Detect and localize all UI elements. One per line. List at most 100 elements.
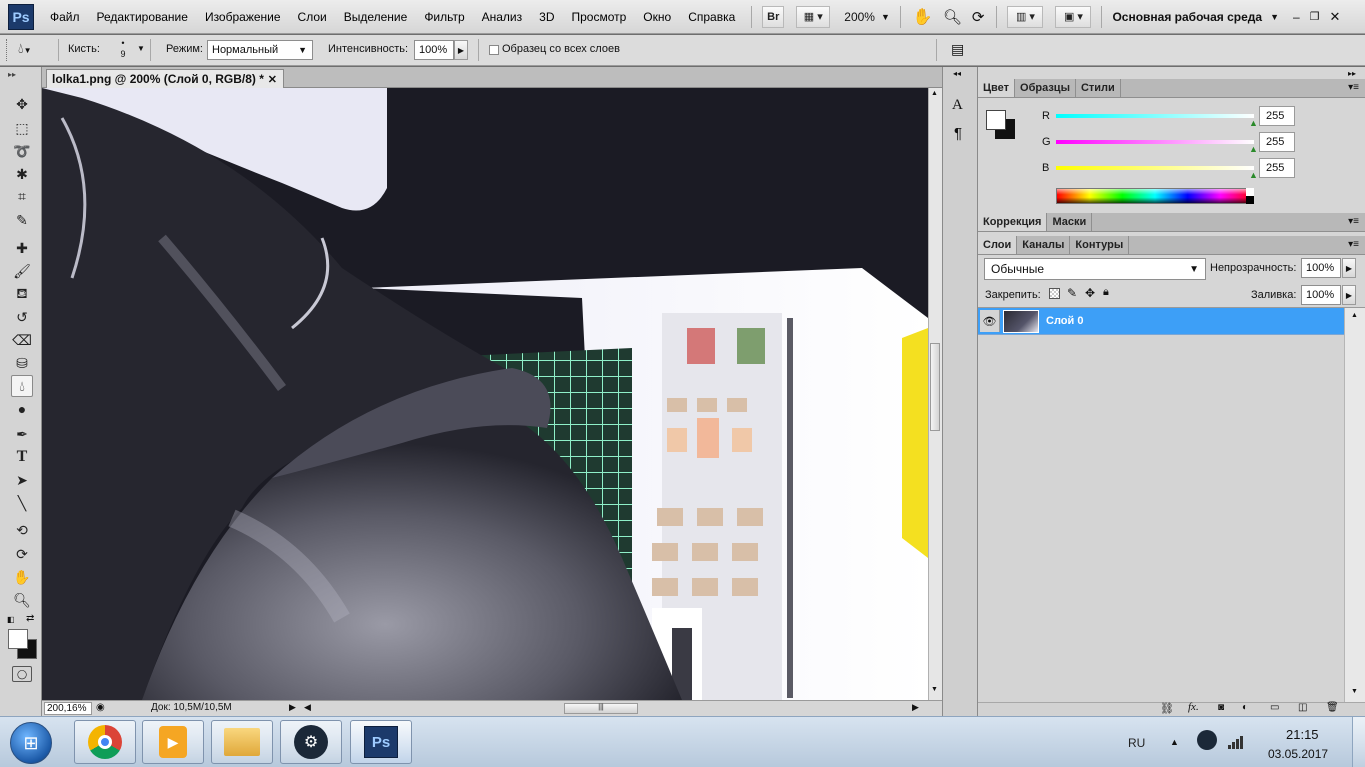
tab-adjustments[interactable]: Коррекция [978,213,1048,231]
panel-menu-icon[interactable]: ▾≡ [1348,216,1359,227]
menu-layers[interactable]: Слои [298,10,327,24]
brush-tool-icon[interactable]: 🖌︎ [11,260,33,282]
lock-pixels-icon[interactable]: ✎ [1067,286,1077,300]
menu-analysis[interactable]: Анализ [482,10,523,24]
panel-menu-icon[interactable]: ▾≡ [1348,239,1359,250]
menu-edit[interactable]: Редактирование [97,10,188,24]
add-mask-icon[interactable]: ◙ [1218,702,1224,713]
tab-color[interactable]: Цвет [978,79,1016,97]
steam-tray-icon[interactable] [1197,730,1217,750]
scroll-up-icon[interactable]: ▲ [931,90,938,97]
opacity-slider-toggle[interactable]: ▶ [1342,258,1356,278]
minimize-icon[interactable]: – [1293,10,1300,24]
chevron-down-icon[interactable]: ▼ [137,44,145,53]
arrange-documents-button[interactable]: ▥ ▾ [1007,5,1044,28]
horizontal-scroll-thumb[interactable]: ||| [564,703,638,714]
menu-view[interactable]: Просмотр [571,10,626,24]
collapse-arrows-icon[interactable]: ▸▸ [8,70,16,79]
channel-g-input[interactable]: 255 [1259,132,1295,152]
screen-mode-button[interactable]: ▣ ▾ [1055,5,1092,28]
foreground-color-swatch[interactable] [8,629,28,649]
scroll-down-icon[interactable]: ▼ [1351,688,1358,695]
scroll-left-icon[interactable]: ◀ [304,702,311,713]
channel-b-slider[interactable] [1056,166,1254,170]
default-colors-icon[interactable]: ◧ [7,615,15,624]
menu-window[interactable]: Окно [643,10,671,24]
slider-handle-icon[interactable]: ▲ [1249,144,1258,154]
clone-stamp-icon[interactable]: ⛾ [11,283,33,305]
collapse-arrows-icon[interactable]: ◂◂ [953,69,961,78]
taskbar-steam[interactable]: ⚙ [280,720,342,764]
menu-filter[interactable]: Фильтр [424,10,464,24]
pen-tool-icon[interactable]: ✒ [11,423,33,445]
type-tool-icon[interactable]: T [11,446,33,468]
tab-channels[interactable]: Каналы [1017,236,1071,254]
menu-3d[interactable]: 3D [539,10,554,24]
fill-input[interactable]: 100% [1301,285,1341,305]
expand-arrows-icon[interactable]: ▸▸ [1348,69,1356,78]
zoom-tool-icon[interactable]: 🔍︎ [11,589,33,611]
layer-row[interactable]: 👁︎ Слой 0 [978,308,1344,335]
show-hidden-icons-icon[interactable]: ▲ [1170,737,1179,747]
opacity-input[interactable]: 100% [1301,258,1341,278]
paragraph-panel-icon[interactable]: ¶ [954,125,962,142]
zoom-level-dropdown[interactable]: 200% ▼ [844,10,890,24]
spectrum-white-swatch[interactable] [1246,188,1254,196]
taskbar-explorer[interactable] [211,720,273,764]
tab-paths[interactable]: Контуры [1070,236,1130,254]
3d-orbit-icon[interactable]: ⟳ [11,543,33,565]
status-menu-icon[interactable]: ◉ [96,702,105,713]
swap-colors-icon[interactable]: ⇄ [26,613,34,624]
clock-time[interactable]: 21:15 [1286,727,1319,742]
delete-layer-icon[interactable]: 🗑︎ [1326,702,1339,713]
tab-swatches[interactable]: Образцы [1015,79,1076,97]
spectrum-black-swatch[interactable] [1246,196,1254,204]
lock-transparency-icon[interactable] [1049,288,1060,299]
eraser-tool-icon[interactable]: ⌫ [11,329,33,351]
link-layers-icon[interactable]: ⛓︎ [1160,702,1174,715]
layer-style-icon[interactable]: fx. [1188,701,1199,713]
hand-tool-icon[interactable]: ✋ [11,566,33,588]
chevron-down-icon[interactable]: ▼ [1270,12,1279,22]
rotate-view-icon[interactable]: ⟳ [972,8,985,26]
taskbar-chrome[interactable] [74,720,136,764]
new-group-icon[interactable]: ▭ [1270,702,1279,713]
channel-b-input[interactable]: 255 [1259,158,1295,178]
close-icon[interactable]: ✕ [1330,9,1341,25]
image-canvas[interactable] [42,88,928,700]
visibility-eye-icon[interactable]: 👁︎ [980,310,1000,332]
zoom-tool-icon[interactable]: 🔍︎ [943,8,962,26]
tab-styles[interactable]: Стили [1076,79,1121,97]
bridge-button[interactable]: Br [762,5,785,28]
taskbar-photoshop[interactable]: Ps [350,720,412,764]
layer-name[interactable]: Слой 0 [1046,315,1083,327]
move-tool-icon[interactable]: ✥ [11,93,33,115]
new-layer-icon[interactable]: ◫ [1298,702,1307,713]
vertical-scroll-thumb[interactable] [930,343,940,431]
restore-icon[interactable]: ❐ [1310,10,1320,23]
mode-select[interactable]: Нормальный ▼ [207,40,313,60]
menu-select[interactable]: Выделение [344,10,408,24]
brush-picker[interactable]: • 9 [116,38,130,60]
path-selection-icon[interactable]: ➤ [11,469,33,491]
color-spectrum-bar[interactable] [1056,188,1254,204]
dodge-tool-icon[interactable]: ● [11,398,33,420]
layers-scrollbar[interactable]: ▲ ▼ [1344,308,1365,702]
lasso-tool-icon[interactable]: ➰ [11,140,33,162]
start-button-icon[interactable]: ⊞ [10,722,52,764]
scroll-right-icon[interactable]: ▶ [912,702,919,713]
clock-date[interactable]: 03.05.2017 [1268,747,1328,761]
blur-tool-preset-icon[interactable]: 💧︎▼ [18,40,32,57]
vertical-scrollbar[interactable]: ▲ ▼ [928,88,942,700]
zoom-status-input[interactable]: 200,16% [44,702,92,715]
close-icon[interactable]: ✕ [268,73,277,86]
fill-slider-toggle[interactable]: ▶ [1342,285,1356,305]
menu-help[interactable]: Справка [688,10,735,24]
menu-file[interactable]: Файл [50,10,80,24]
scroll-up-icon[interactable]: ▲ [1351,312,1358,319]
line-tool-icon[interactable]: ╲ [11,492,33,514]
hand-tool-icon[interactable]: ✋ [913,7,933,27]
adjustment-layer-icon[interactable]: ◐ [1242,702,1248,713]
sample-all-layers-checkbox[interactable] [489,45,499,55]
status-info-arrow-icon[interactable]: ▶ [289,702,296,713]
